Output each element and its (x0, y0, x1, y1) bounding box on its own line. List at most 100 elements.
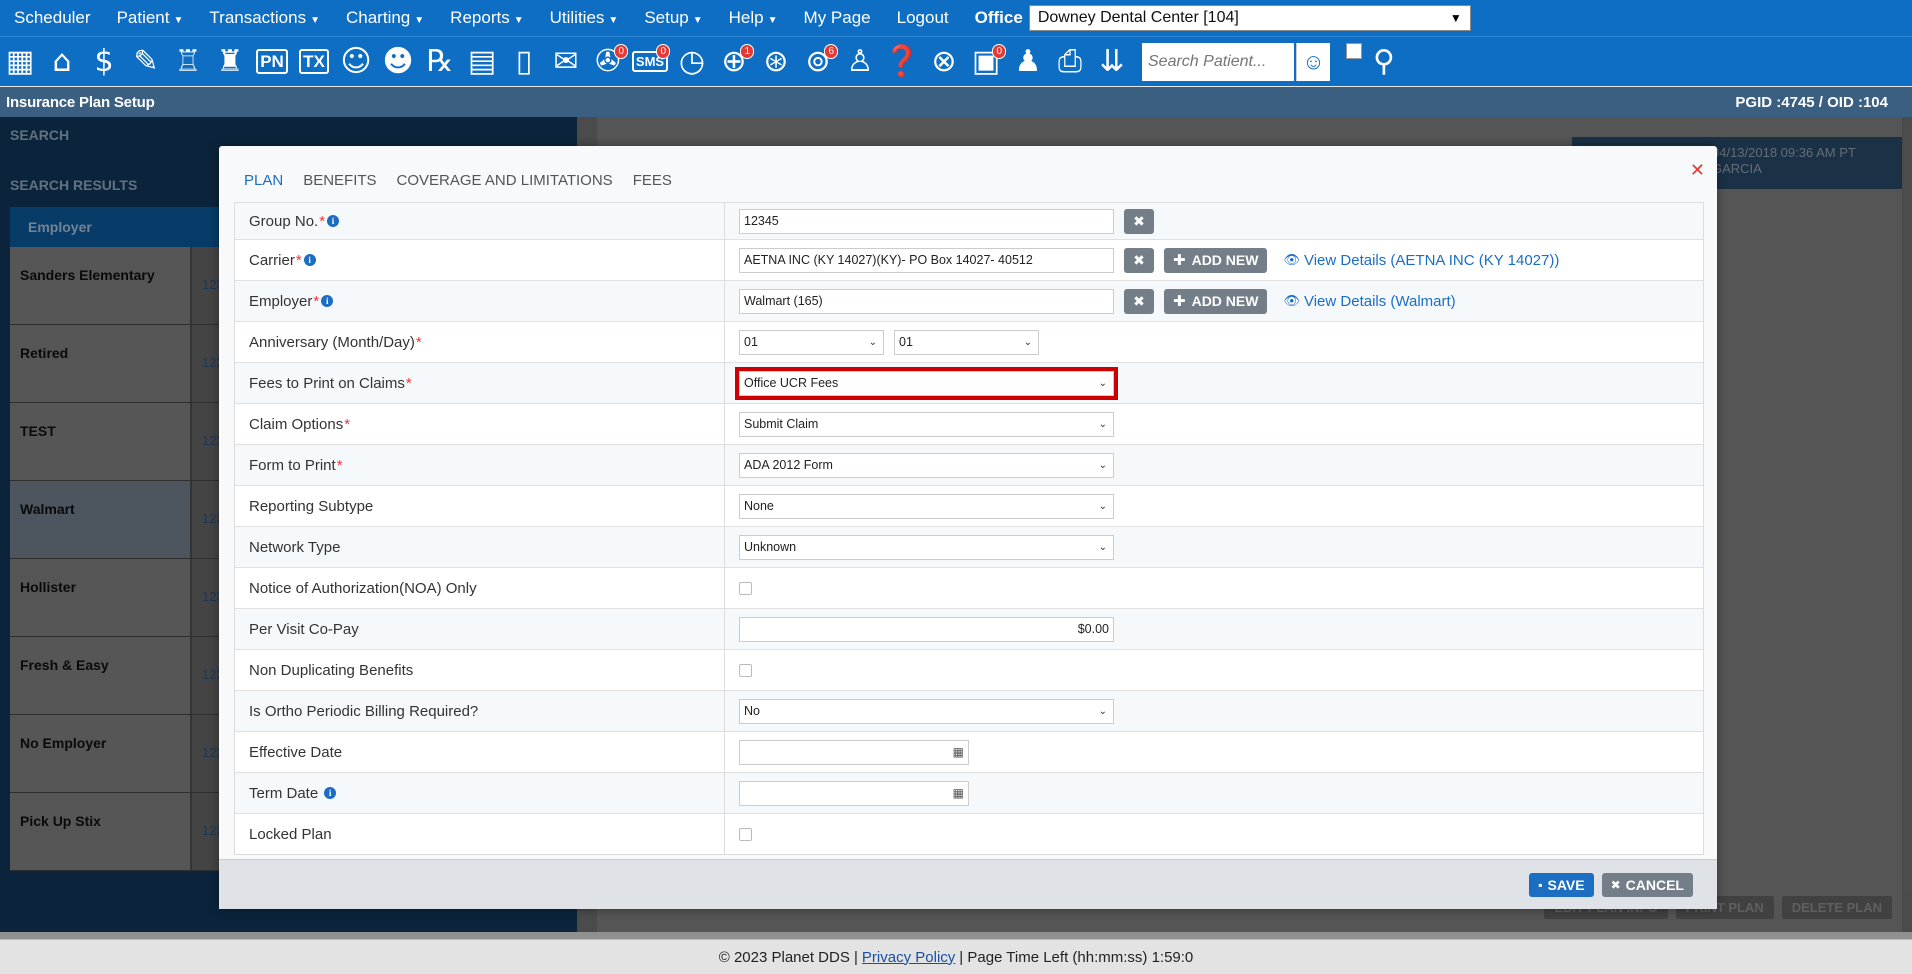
network-icon[interactable]: ⊛ (758, 42, 794, 82)
menu-scheduler[interactable]: Scheduler (14, 8, 91, 28)
expand-down-icon[interactable]: ⇊ (1094, 42, 1130, 82)
tasks-icon[interactable]: ⊚ 6 (800, 42, 838, 82)
field-label: Per Visit Co-Pay (235, 609, 725, 649)
field-label: Reporting Subtype (235, 486, 725, 526)
treatment-icon[interactable]: TX (296, 42, 332, 82)
eclaims-icon[interactable]: ▣ 0 (968, 42, 1006, 82)
notes-icon[interactable]: ▤ (464, 42, 500, 82)
menu-my-page[interactable]: My Page (804, 8, 871, 28)
add-family-icon[interactable]: ☻ (380, 42, 416, 82)
clock-icon[interactable]: ◷ (674, 42, 710, 82)
toolbar-checkbox[interactable] (1346, 43, 1362, 59)
tab-benefits[interactable]: BENEFITS (293, 166, 386, 206)
group-no-input[interactable]: 12345 (739, 208, 1114, 234)
eye-icon: 👁 (1283, 252, 1300, 267)
add-employer-button[interactable]: ✚ ADD NEW (1164, 288, 1268, 314)
field-label: Effective Date (235, 732, 725, 772)
add-new-label: ADD NEW (1191, 252, 1259, 268)
group-search-icon[interactable]: ⚲ (1366, 42, 1402, 82)
tab-fees[interactable]: FEES (623, 166, 682, 206)
tooth-chart-icon[interactable]: ♖ (170, 42, 206, 82)
edit-list-icon[interactable]: ✎ (128, 42, 164, 82)
calendar-icon[interactable]: ▦ (2, 42, 38, 82)
teeth-icon[interactable]: ♜ (212, 42, 248, 82)
effective-date-input[interactable]: ▦ (739, 739, 969, 765)
search-patient-button[interactable]: ☺ (1296, 42, 1330, 81)
chevron-down-icon: ⌄ (1098, 377, 1107, 389)
fees-to-print-select[interactable]: Office UCR Fees ⌄ (735, 366, 1118, 400)
employer-input[interactable]: Walmart (165) (739, 288, 1114, 314)
page-footer: © 2023 Planet DDS | Privacy Policy | Pag… (0, 939, 1912, 974)
ortho-billing-select[interactable]: No ⌄ (739, 698, 1114, 724)
menu-label: My Page (803, 8, 871, 27)
globe-alerts-icon[interactable]: ⊕ 1 (716, 42, 754, 82)
anniversary-month-select[interactable]: 01 ⌄ (739, 329, 884, 355)
dollar-icon[interactable]: $ (86, 42, 122, 82)
menu-transactions[interactable]: Transactions ▼ (209, 8, 320, 28)
term-date-input[interactable]: ▦ (739, 780, 969, 806)
menu-utilities[interactable]: Utilities ▼ (550, 8, 619, 28)
carrier-input[interactable]: AETNA INC (KY 14027)(KY)- PO Box 14027- … (739, 247, 1114, 273)
add-carrier-button[interactable]: ✚ ADD NEW (1164, 247, 1268, 273)
field-value: 01 ⌄ 01 ⌄ (725, 322, 1703, 362)
info-icon[interactable]: i (321, 295, 334, 307)
menu-help[interactable]: Help ▼ (729, 8, 778, 28)
info-icon[interactable]: i (327, 215, 340, 227)
search-patient-input[interactable] (1142, 42, 1294, 81)
clear-carrier-button[interactable]: ✖ (1124, 247, 1154, 273)
menu-logout[interactable]: Logout (897, 8, 949, 28)
form-row-copay: Per Visit Co-Pay $0.00 (235, 608, 1703, 649)
progress-notes-icon[interactable]: PN (254, 42, 290, 82)
tab-plan[interactable]: PLAN (234, 166, 294, 206)
calendar-icon[interactable]: ▦ (953, 786, 964, 800)
clear-employer-button[interactable]: ✖ (1124, 288, 1154, 314)
home-icon[interactable]: ⌂ (44, 42, 80, 82)
anniversary-day-select[interactable]: 01 ⌄ (894, 329, 1039, 355)
eclaims-badge: 0 (992, 43, 1006, 59)
messages-icon[interactable]: ✇ 0 (590, 42, 628, 82)
prescription-icon[interactable]: ℞ (422, 42, 458, 82)
tab-coverage-limitations[interactable]: COVERAGE AND LIMITATIONS (387, 166, 623, 206)
form-to-print-select[interactable]: ADA 2012 Form ⌄ (739, 452, 1114, 478)
tooth-icon[interactable]: ♙ (842, 42, 878, 82)
privacy-policy-link[interactable]: Privacy Policy (862, 949, 955, 966)
mail-icon[interactable]: ✉ (548, 42, 584, 82)
view-employer-details-link[interactable]: 👁 View Details (Walmart) (1283, 293, 1455, 310)
field-value: Office UCR Fees ⌄ (725, 363, 1703, 403)
tooth-help-icon[interactable]: ❓ (883, 42, 920, 82)
info-icon[interactable]: i (303, 254, 316, 266)
menu-label: Setup (644, 8, 689, 27)
info-icon[interactable]: i (324, 787, 337, 799)
menu-setup[interactable]: Setup ▼ (644, 8, 702, 28)
copay-input[interactable]: $0.00 (739, 616, 1114, 642)
cancel-button[interactable]: ✖ CANCEL (1601, 872, 1693, 897)
office-select[interactable]: Downey Dental Center [104] ▼ (1028, 5, 1471, 31)
office-select-value: Downey Dental Center [104] (1037, 9, 1239, 26)
menu-label: Utilities (549, 8, 605, 27)
menu-reports[interactable]: Reports ▼ (450, 8, 523, 28)
noa-checkbox[interactable] (739, 581, 752, 595)
calendar-icon[interactable]: ▦ (953, 745, 964, 759)
form-row-reporting-subtype: Reporting Subtype None ⌄ (235, 485, 1703, 526)
document-icon[interactable]: ▯ (506, 42, 542, 82)
save-button[interactable]: ▪ SAVE (1529, 872, 1594, 897)
add-patient-icon[interactable]: ☺ (338, 42, 374, 82)
users-icon[interactable]: ♟ (1010, 42, 1046, 82)
reporting-subtype-select[interactable]: None ⌄ (739, 493, 1114, 519)
form-row-carrier: Carrier * i AETNA INC (KY 14027)(KY)- PO B… (235, 239, 1703, 280)
required-marker: * (319, 212, 326, 230)
non-duplicating-checkbox[interactable] (739, 663, 752, 677)
printer-icon[interactable]: ⎙ (1052, 42, 1088, 82)
clear-group-no-button[interactable]: ✖ (1124, 208, 1154, 234)
sms-icon[interactable]: SMS 0 (631, 42, 670, 82)
save-label: SAVE (1547, 876, 1585, 893)
view-carrier-details-link[interactable]: 👁 View Details (AETNA INC (KY 14027)) (1283, 252, 1559, 269)
network-type-select[interactable]: Unknown ⌄ (739, 534, 1114, 560)
claim-options-select[interactable]: Submit Claim ⌄ (739, 411, 1114, 437)
field-label: Network Type (235, 527, 725, 567)
menu-label: Patient (116, 8, 170, 27)
web-icon[interactable]: ⊗ (926, 42, 962, 82)
menu-patient[interactable]: Patient ▼ (117, 8, 184, 28)
locked-plan-checkbox[interactable] (739, 827, 752, 841)
menu-charting[interactable]: Charting ▼ (346, 8, 424, 28)
